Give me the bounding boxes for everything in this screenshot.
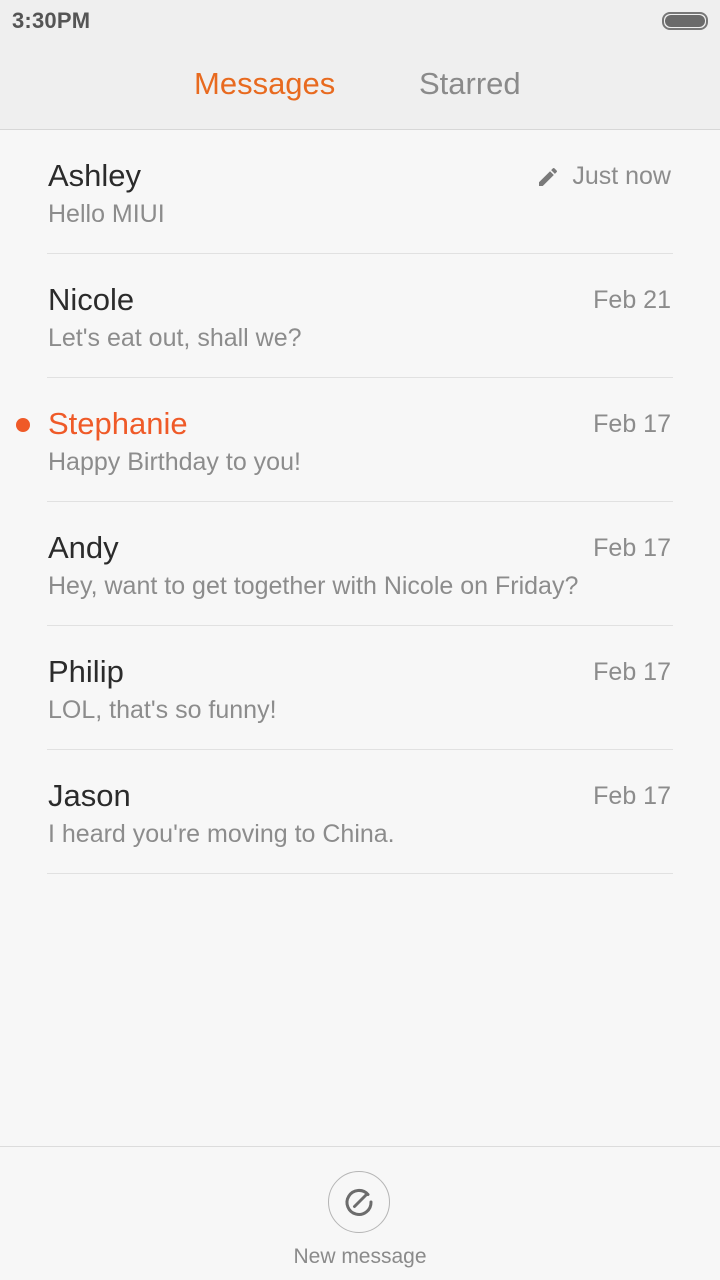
conversation-item-andy[interactable]: Andy Feb 17 Hey, want to get together wi… (0, 502, 720, 626)
conversation-item-jason[interactable]: Jason Feb 17 I heard you're moving to Ch… (0, 750, 720, 874)
contact-name: Andy (48, 530, 119, 565)
battery-fill (665, 15, 705, 27)
conversation-timestamp: Feb 17 (593, 410, 671, 438)
message-preview: Happy Birthday to you! (48, 448, 301, 476)
tab-header: Messages Starred (0, 40, 720, 130)
compose-button-circle[interactable] (328, 1171, 390, 1233)
new-message-label: New message (293, 1245, 427, 1268)
new-message-button[interactable]: New message (293, 1163, 427, 1273)
compose-icon (345, 1188, 373, 1216)
conversation-list: Ashley Just now Hello MIUI Nicole Feb 21… (0, 130, 720, 874)
bottom-bar: New message (0, 1146, 720, 1280)
status-bar: 3:30PM (0, 0, 720, 40)
contact-name: Philip (48, 654, 124, 689)
conversation-timestamp: Feb 17 (593, 658, 671, 686)
message-preview: Let's eat out, shall we? (48, 324, 302, 352)
conversation-item-philip[interactable]: Philip Feb 17 LOL, that's so funny! (0, 626, 720, 750)
conversation-item-stephanie[interactable]: Stephanie Feb 17 Happy Birthday to you! (0, 378, 720, 502)
conversation-timestamp: Feb 17 (593, 782, 671, 810)
conversation-item-ashley[interactable]: Ashley Just now Hello MIUI (0, 130, 720, 254)
pencil-icon (539, 167, 558, 186)
conversation-timestamp: Feb 17 (593, 534, 671, 562)
status-time: 3:30PM (12, 8, 91, 33)
messages-screen: 3:30PM Messages Starred Ashley Just now … (0, 0, 720, 1280)
contact-name: Stephanie (48, 406, 188, 441)
timestamp-text: Just now (572, 162, 671, 190)
tab-messages[interactable]: Messages (194, 66, 335, 102)
message-preview: Hello MIUI (48, 200, 165, 228)
message-preview: I heard you're moving to China. (48, 820, 395, 848)
conversation-timestamp: Just now (536, 162, 671, 191)
conversation-item-nicole[interactable]: Nicole Feb 21 Let's eat out, shall we? (0, 254, 720, 378)
tab-starred[interactable]: Starred (419, 66, 521, 102)
message-preview: LOL, that's so funny! (48, 696, 277, 724)
message-preview: Hey, want to get together with Nicole on… (48, 572, 579, 600)
conversation-timestamp: Feb 21 (593, 286, 671, 314)
battery-icon (662, 12, 708, 30)
contact-name: Jason (48, 778, 131, 813)
unread-indicator-icon (16, 418, 30, 432)
contact-name: Nicole (48, 282, 135, 317)
contact-name: Ashley (48, 158, 142, 193)
